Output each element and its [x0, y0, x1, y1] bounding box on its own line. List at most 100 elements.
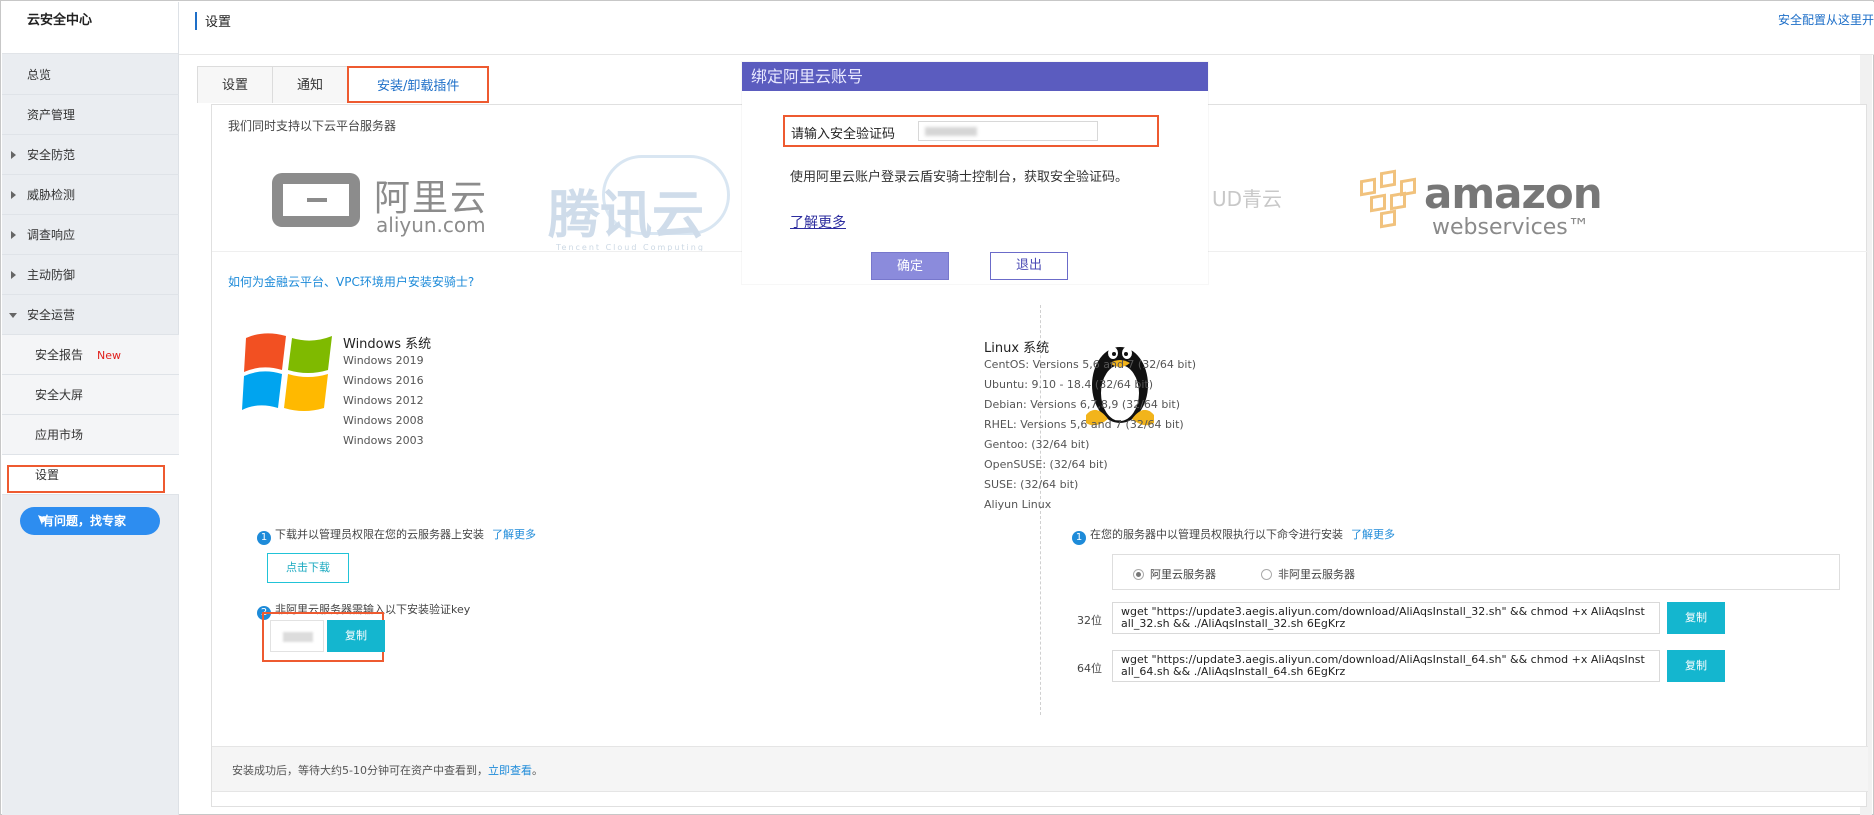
dialog-title: 绑定阿里云账号 [742, 62, 1208, 91]
title-accent [195, 12, 197, 30]
caret-down-icon [9, 313, 17, 318]
sidebar-item-assets[interactable]: 资产管理 [2, 95, 179, 135]
sidebar-item-label: 总览 [27, 68, 52, 82]
windows-logo-icon [242, 333, 332, 411]
windows-version: Windows 2019 [343, 354, 424, 367]
windows-step-1: 1 下载并以管理员权限在您的云服务器上安装 了解更多 [257, 526, 536, 545]
confirm-button[interactable]: 确定 [871, 252, 949, 280]
linux-version: CentOS: Versions 5,6 and 7 (32/64 bit) [984, 358, 1197, 371]
caret-right-icon [11, 271, 16, 279]
sidebar-item-label: 威胁检测 [27, 188, 76, 202]
linux-version: SUSE: (32/64 bit) [984, 478, 1079, 491]
sidebar-item-app-market[interactable]: 应用市场 [2, 415, 179, 455]
top-header: 设置 安全配置从这里开 [179, 2, 1874, 55]
settings-tabs: 设置 通知 安装/卸载插件 [197, 66, 490, 103]
linux-version: Debian: Versions 6,7,8,9 (32/64 bit) [984, 398, 1180, 411]
app-title: 云安全中心 [2, 2, 178, 54]
sidebar-item-label: 安全防范 [27, 148, 76, 162]
windows-version: Windows 2008 [343, 414, 424, 427]
windows-version: Windows 2003 [343, 434, 424, 447]
sidebar-item-big-screen[interactable]: 安全大屏 [2, 375, 179, 415]
verification-code-row: 请输入安全验证码 [783, 115, 1159, 147]
view-now-link[interactable]: 立即查看 [488, 764, 532, 777]
install-key-field[interactable] [270, 620, 324, 652]
redacted-value [925, 127, 977, 136]
aliyun-logo-domain: aliyun.com [376, 213, 486, 237]
sidebar-item-active-defense[interactable]: 主动防御 [2, 255, 179, 295]
settings-highlight [7, 465, 165, 493]
qingcloud-logo: UD青云 [1212, 187, 1283, 211]
aws-cube-icon [1390, 191, 1406, 211]
caret-right-icon [11, 151, 16, 159]
support-text: 我们同时支持以下云平台服务器 [228, 119, 397, 133]
sidebar-item-label: 资产管理 [27, 108, 76, 122]
cmd-64-label: 64位 [1077, 662, 1102, 675]
config-guide-link[interactable]: 安全配置从这里开 [1778, 11, 1874, 28]
app-frame: 云安全中心 总览 资产管理 安全防范 威胁检测 调查响应 主动防御 安全运营 安… [0, 0, 1874, 815]
cmd-32-field[interactable]: wget "https://update3.aegis.aliyun.com/d… [1112, 602, 1660, 634]
linux-version: RHEL: Versions 5,6 and 7 (32/64 bit) [984, 418, 1184, 431]
caret-right-icon [11, 191, 16, 199]
tab-notifications[interactable]: 通知 [272, 66, 349, 103]
sidebar-item-label: 安全报告 [35, 348, 84, 362]
tencent-cloud-logo: 腾讯云 Tencent Cloud Computing [542, 155, 742, 252]
verification-code-input[interactable] [918, 121, 1098, 141]
sidebar-item-label: 主动防御 [27, 268, 76, 282]
linux-title: Linux 系统 [984, 341, 1050, 356]
footer-text: 安装成功后，等待大约5-10分钟可在资产中查看到，立即查看。 [232, 762, 543, 778]
linux-version: Gentoo: (32/64 bit) [984, 438, 1090, 451]
sidebar: 云安全中心 总览 资产管理 安全防范 威胁检测 调查响应 主动防御 安全运营 安… [2, 2, 179, 815]
redacted-value [283, 632, 313, 642]
windows-title: Windows 系统 [343, 337, 432, 352]
windows-version: Windows 2012 [343, 394, 424, 407]
sidebar-item-protection[interactable]: 安全防范 [2, 135, 179, 175]
expert-help-button[interactable]: 有问题，找专家 [20, 507, 160, 535]
exit-button[interactable]: 退出 [990, 252, 1068, 280]
sidebar-item-label: 应用市场 [35, 428, 84, 442]
aws-logo-sub: webservices™ [1432, 215, 1590, 240]
step-text: 在您的服务器中以管理员权限执行以下命令进行安装 [1090, 528, 1343, 541]
cmd-32-label: 32位 [1077, 614, 1102, 627]
cmd-64-field[interactable]: wget "https://update3.aegis.aliyun.com/d… [1112, 650, 1660, 682]
footer-end: 。 [531, 764, 543, 777]
sidebar-item-label: 安全运营 [27, 308, 76, 322]
step-text: 下载并以管理员权限在您的云服务器上安装 [275, 528, 484, 541]
sidebar-item-overview[interactable]: 总览 [2, 55, 179, 95]
step-number-icon: 1 [257, 531, 271, 545]
new-badge: New [97, 349, 122, 362]
tab-install-plugin[interactable]: 安装/卸载插件 [347, 66, 490, 103]
radio-label: 非阿里云服务器 [1278, 568, 1355, 581]
download-button[interactable]: 点击下载 [267, 553, 349, 583]
aliyun-mark-icon [272, 173, 360, 227]
radio-other-server[interactable]: 非阿里云服务器 [1261, 566, 1355, 582]
page-title: 设置 [205, 15, 232, 30]
linux-step-1: 1 在您的服务器中以管理员权限执行以下命令进行安装 了解更多 [1072, 526, 1395, 545]
copy-cmd-64-button[interactable]: 复制 [1667, 650, 1725, 682]
sidebar-item-security-ops[interactable]: 安全运营 [2, 295, 179, 335]
copy-key-button[interactable]: 复制 [327, 620, 385, 652]
radio-unchecked-icon [1261, 569, 1272, 580]
vpc-install-link[interactable]: 如何为金融云平台、VPC环境用户安装安骑士? [228, 273, 474, 290]
linux-version: OpenSUSE: (32/64 bit) [984, 458, 1108, 471]
learn-more-link[interactable]: 了解更多 [492, 528, 536, 541]
radio-label: 阿里云服务器 [1150, 568, 1216, 581]
tab-settings[interactable]: 设置 [197, 66, 274, 103]
sidebar-item-threat-detection[interactable]: 威胁检测 [2, 175, 179, 215]
sidebar-item-security-report[interactable]: 安全报告 New [2, 335, 179, 375]
aws-cube-icon [1380, 169, 1396, 189]
step-number-icon: 1 [1072, 531, 1086, 545]
copy-cmd-32-button[interactable]: 复制 [1667, 602, 1725, 634]
cursor-icon [38, 515, 48, 525]
dialog-learn-more-link[interactable]: 了解更多 [790, 212, 846, 232]
install-key-group: 复制 [262, 612, 385, 662]
sidebar-item-label: 调查响应 [27, 228, 76, 242]
install-footer: 安装成功后，等待大约5-10分钟可在资产中查看到，立即查看。 [212, 746, 1868, 792]
radio-checked-icon [1133, 569, 1144, 580]
aws-cube-icon [1360, 177, 1376, 197]
footer-message: 安装成功后，等待大约5-10分钟可在资产中查看到， [232, 764, 488, 777]
aws-cube-icon [1380, 209, 1396, 229]
learn-more-link[interactable]: 了解更多 [1351, 528, 1395, 541]
radio-aliyun-server[interactable]: 阿里云服务器 [1133, 566, 1216, 582]
aws-logo-text: amazon [1424, 169, 1603, 218]
sidebar-item-investigation[interactable]: 调查响应 [2, 215, 179, 255]
